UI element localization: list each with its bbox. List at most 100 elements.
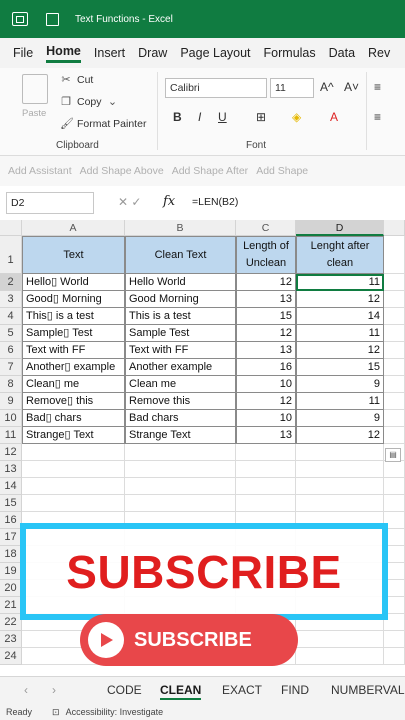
table-cell[interactable]: Another example bbox=[125, 359, 236, 376]
tab-data[interactable]: Data bbox=[329, 46, 355, 60]
table-cell[interactable]: 14 bbox=[296, 308, 384, 325]
row-header[interactable]: 15 bbox=[0, 495, 22, 512]
grow-font-icon[interactable]: A^ bbox=[320, 80, 334, 94]
cancel-confirm-icons[interactable]: ✕ ✓ bbox=[118, 195, 141, 209]
sheet-tab-numbervalue[interactable]: NUMBERVALUE bbox=[331, 683, 405, 697]
accessibility-status[interactable]: Accessibility: Investigate bbox=[66, 707, 164, 717]
table-cell[interactable]: 12 bbox=[296, 291, 384, 308]
save-icon[interactable] bbox=[46, 12, 59, 26]
empty-cell[interactable] bbox=[384, 359, 405, 376]
add-shape-above-button[interactable]: Add Shape Above bbox=[80, 165, 164, 177]
table-cell[interactable]: 16 bbox=[236, 359, 296, 376]
table-cell[interactable]: Clean me bbox=[125, 376, 236, 393]
row-header[interactable]: 13 bbox=[0, 461, 22, 478]
table-cell[interactable]: Bad chars bbox=[125, 410, 236, 427]
empty-cell[interactable] bbox=[384, 495, 405, 512]
italic-button[interactable]: I bbox=[198, 110, 201, 124]
column-header-d[interactable]: D bbox=[296, 220, 384, 236]
row-header[interactable]: 14 bbox=[0, 478, 22, 495]
table-cell[interactable]: Another▯ example bbox=[22, 359, 125, 376]
table-cell[interactable]: 11 bbox=[296, 325, 384, 342]
select-all-corner[interactable] bbox=[0, 220, 22, 236]
row-header[interactable]: 4 bbox=[0, 308, 22, 325]
table-cell[interactable]: Text with FF bbox=[22, 342, 125, 359]
font-color-icon[interactable]: A bbox=[330, 110, 338, 124]
empty-cell[interactable] bbox=[236, 444, 296, 461]
table-cell[interactable]: 12 bbox=[236, 274, 296, 291]
row-header[interactable]: 8 bbox=[0, 376, 22, 393]
prev-sheet-icon[interactable]: ‹ bbox=[24, 683, 28, 697]
table-cell[interactable]: 11 bbox=[296, 393, 384, 410]
table-cell[interactable]: 12 bbox=[296, 342, 384, 359]
name-box[interactable]: D2 bbox=[6, 192, 94, 214]
table-header-cell[interactable]: Length of Unclean bbox=[236, 236, 296, 274]
empty-cell[interactable] bbox=[296, 478, 384, 495]
row-header[interactable]: 9 bbox=[0, 393, 22, 410]
empty-cell[interactable] bbox=[384, 410, 405, 427]
sheet-tab-exact[interactable]: EXACT bbox=[222, 683, 262, 697]
empty-cell[interactable] bbox=[384, 478, 405, 495]
column-header-a[interactable]: A bbox=[22, 220, 125, 236]
table-cell[interactable]: This is a test bbox=[125, 308, 236, 325]
empty-cell[interactable] bbox=[125, 444, 236, 461]
next-sheet-icon[interactable]: › bbox=[52, 683, 56, 697]
empty-cell[interactable] bbox=[384, 461, 405, 478]
empty-cell[interactable] bbox=[384, 427, 405, 444]
empty-cell[interactable] bbox=[384, 274, 405, 291]
table-cell[interactable]: 12 bbox=[236, 325, 296, 342]
table-cell[interactable]: 13 bbox=[236, 291, 296, 308]
table-header-cell[interactable]: Clean Text bbox=[125, 236, 236, 274]
table-cell[interactable]: Sample Test bbox=[125, 325, 236, 342]
table-cell[interactable]: Clean▯ me bbox=[22, 376, 125, 393]
align-left-icon[interactable]: ≡ bbox=[374, 110, 381, 124]
empty-cell[interactable] bbox=[236, 495, 296, 512]
empty-cell[interactable] bbox=[22, 461, 125, 478]
tab-formulas[interactable]: Formulas bbox=[264, 46, 316, 60]
add-shape-after-button[interactable]: Add Shape After bbox=[172, 165, 248, 177]
tab-insert[interactable]: Insert bbox=[94, 46, 125, 60]
empty-cell[interactable] bbox=[296, 461, 384, 478]
insert-function-icon[interactable]: fx bbox=[163, 194, 175, 209]
row-header[interactable]: 18 bbox=[0, 546, 22, 563]
empty-cell[interactable] bbox=[384, 342, 405, 359]
empty-cell[interactable] bbox=[296, 495, 384, 512]
row-header[interactable]: 10 bbox=[0, 410, 22, 427]
empty-cell[interactable] bbox=[125, 495, 236, 512]
column-header-e[interactable] bbox=[384, 220, 405, 236]
row-header[interactable]: 3 bbox=[0, 291, 22, 308]
empty-cell[interactable] bbox=[22, 444, 125, 461]
tab-home[interactable]: Home bbox=[46, 44, 81, 63]
row-header[interactable]: 23 bbox=[0, 631, 22, 648]
empty-cell[interactable] bbox=[384, 308, 405, 325]
font-name-select[interactable]: Calibri bbox=[165, 78, 267, 98]
table-cell[interactable]: Remove this bbox=[125, 393, 236, 410]
table-cell[interactable]: 15 bbox=[236, 308, 296, 325]
underline-button[interactable]: U bbox=[218, 110, 227, 124]
format-painter-button[interactable]: 🖌 Format Painter bbox=[60, 118, 146, 130]
tab-draw[interactable]: Draw bbox=[138, 46, 167, 60]
row-header[interactable]: 12 bbox=[0, 444, 22, 461]
table-cell[interactable]: Text with FF bbox=[125, 342, 236, 359]
copy-button[interactable]: ❐ Copy ⌄ bbox=[60, 96, 119, 108]
table-cell[interactable]: Sample▯ Test bbox=[22, 325, 125, 342]
empty-cell[interactable] bbox=[296, 444, 384, 461]
row-header[interactable]: 1 bbox=[0, 236, 22, 274]
paste-button[interactable] bbox=[22, 74, 48, 104]
table-cell[interactable]: Strange Text bbox=[125, 427, 236, 444]
empty-cell[interactable] bbox=[384, 393, 405, 410]
bold-button[interactable]: B bbox=[173, 110, 182, 124]
row-header[interactable]: 20 bbox=[0, 580, 22, 597]
table-cell[interactable]: 9 bbox=[296, 410, 384, 427]
row-header[interactable]: 5 bbox=[0, 325, 22, 342]
row-header[interactable]: 11 bbox=[0, 427, 22, 444]
table-header-cell[interactable]: Text bbox=[22, 236, 125, 274]
empty-cell[interactable] bbox=[296, 631, 384, 648]
subscribe-button[interactable]: SUBSCRIBE bbox=[80, 614, 298, 666]
sheet-tab-code[interactable]: CODE bbox=[107, 683, 142, 697]
tab-review[interactable]: Rev bbox=[368, 46, 390, 60]
table-cell[interactable]: 15 bbox=[296, 359, 384, 376]
fill-color-icon[interactable]: ◈ bbox=[292, 110, 301, 124]
empty-cell[interactable] bbox=[22, 495, 125, 512]
empty-cell[interactable] bbox=[296, 648, 384, 665]
table-cell[interactable]: 10 bbox=[236, 376, 296, 393]
